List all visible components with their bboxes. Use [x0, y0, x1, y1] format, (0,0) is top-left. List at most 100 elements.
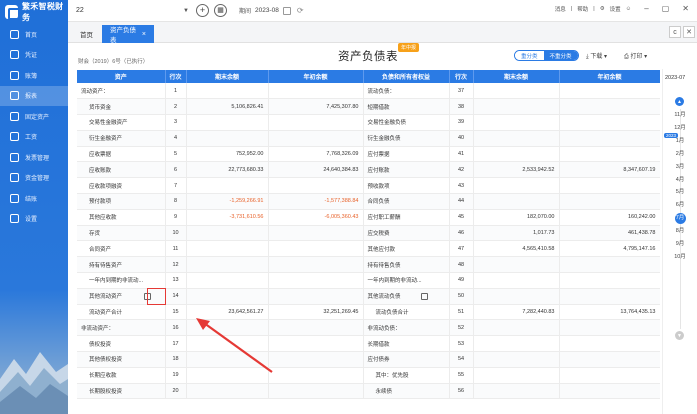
table-row[interactable]: 应收款项融资 7 预收款项 43: [77, 177, 660, 195]
detail-icon[interactable]: [420, 293, 428, 301]
table-row[interactable]: 流动资产合计 15 23,642,561.27 32,251,269.45 流动负债合计…: [77, 304, 660, 321]
table-cell[interactable]: [559, 367, 660, 384]
table-cell[interactable]: [268, 319, 364, 337]
table-cell[interactable]: [559, 288, 660, 305]
settings-link[interactable]: 设置: [610, 5, 621, 13]
table-cell[interactable]: [473, 351, 560, 368]
add-icon[interactable]: +: [196, 4, 209, 17]
table-cell[interactable]: [473, 288, 560, 305]
table-cell[interactable]: [473, 383, 560, 400]
table-cell[interactable]: [559, 383, 660, 400]
no-reclassify-option[interactable]: 不重分类: [543, 51, 578, 60]
table-cell[interactable]: [268, 225, 364, 242]
sidebar-item[interactable]: 工资: [0, 127, 68, 148]
table-cell[interactable]: [186, 256, 269, 274]
table-cell[interactable]: [559, 193, 660, 210]
table-cell[interactable]: 7,768,326.09: [268, 146, 364, 163]
refresh-icon[interactable]: ⟳: [297, 6, 304, 15]
table-cell[interactable]: [559, 146, 660, 163]
table-row[interactable]: 交易性金融资产 3 交易性金融负债 39: [77, 114, 660, 131]
table-cell[interactable]: [268, 383, 364, 400]
table-cell[interactable]: [473, 335, 560, 353]
message-link[interactable]: 消息: [555, 5, 566, 13]
scroll-down-icon[interactable]: ▼: [675, 331, 684, 340]
sidebar-item[interactable]: 发票管理: [0, 147, 68, 168]
refresh-tab-icon[interactable]: c: [669, 26, 681, 38]
close-icon[interactable]: ×: [142, 31, 146, 38]
month-item[interactable]: 8月: [667, 226, 693, 234]
table-row[interactable]: 应收票据 5 752,952.00 7,768,326.09 应付票据 41: [77, 146, 660, 163]
sidebar-item[interactable]: 固定资产: [0, 106, 68, 127]
sidebar-item[interactable]: 设置: [0, 209, 68, 230]
table-cell[interactable]: [473, 146, 560, 163]
sidebar-item[interactable]: 报表: [0, 85, 68, 106]
month-item[interactable]: 10月: [667, 252, 693, 260]
reclassify-toggle[interactable]: 重分类 不重分类: [514, 50, 579, 61]
table-row[interactable]: 一年内到期的非流动... 13 一年内到期的非流动... 49: [77, 272, 660, 289]
gear-icon[interactable]: ⚙: [600, 6, 605, 12]
table-cell[interactable]: 5,106,826.41: [186, 98, 269, 116]
table-cell[interactable]: [186, 351, 269, 368]
table-row[interactable]: 衍生金融资产 4 衍生金融负债 40: [77, 130, 660, 147]
company-selector[interactable]: 22 ▼: [76, 4, 191, 18]
table-cell[interactable]: 7,425,307.80: [268, 98, 364, 116]
month-item[interactable]: 1月: [667, 136, 693, 144]
table-cell[interactable]: [268, 83, 364, 100]
table-cell[interactable]: [186, 83, 269, 100]
table-cell[interactable]: [186, 240, 269, 258]
table-cell[interactable]: 182,070.00: [473, 209, 560, 226]
table-cell[interactable]: 8,347,607.19: [559, 161, 660, 179]
table-cell[interactable]: [186, 288, 269, 305]
table-row[interactable]: 货币资金 2 5,106,826.41 7,425,307.80 短期借款 38: [77, 98, 660, 116]
table-cell[interactable]: 23,642,561.27: [186, 304, 269, 321]
month-item[interactable]: 3月: [667, 162, 693, 170]
month-item[interactable]: 12月: [667, 123, 693, 131]
table-cell[interactable]: 4,795,147.16: [559, 240, 660, 258]
table-cell[interactable]: [186, 335, 269, 353]
table-cell[interactable]: 4,565,410.58: [473, 240, 560, 258]
table-cell[interactable]: [559, 335, 660, 353]
table-cell[interactable]: [473, 83, 560, 100]
reclassify-option[interactable]: 重分类: [515, 51, 544, 60]
month-item[interactable]: 2月: [667, 149, 693, 157]
table-cell[interactable]: 1,017.73: [473, 225, 560, 242]
tab-balance-sheet[interactable]: 资产负债表 ×: [102, 25, 154, 44]
table-cell[interactable]: 461,438.78: [559, 225, 660, 242]
table-cell[interactable]: [186, 130, 269, 147]
table-cell[interactable]: [559, 272, 660, 289]
table-cell[interactable]: [559, 83, 660, 100]
help-link[interactable]: 帮助: [577, 5, 588, 13]
sidebar-item[interactable]: 结账: [0, 188, 68, 209]
table-row[interactable]: 其他债权投资 18 应付债券 54: [77, 351, 660, 368]
table-cell[interactable]: [186, 225, 269, 242]
table-row[interactable]: 存货 10 应交税费 46 1,017.73 461,438.78: [77, 225, 660, 242]
print-button[interactable]: ⎙ 打印 ▾: [624, 51, 647, 61]
table-row[interactable]: 债权投资 17 长期借款 53: [77, 335, 660, 353]
period-value[interactable]: 2023-08: [255, 7, 279, 14]
table-row[interactable]: 流动资产： 1 流动负债： 37: [77, 83, 660, 100]
table-cell[interactable]: [186, 367, 269, 384]
user-icon[interactable]: ☺: [626, 6, 632, 12]
calendar-icon[interactable]: [282, 6, 291, 15]
table-cell[interactable]: [473, 367, 560, 384]
minimize-icon[interactable]: –: [644, 4, 648, 13]
table-cell[interactable]: [268, 256, 364, 274]
sidebar-item[interactable]: 账簿: [0, 65, 68, 86]
month-item[interactable]: 5月: [667, 187, 693, 195]
table-cell[interactable]: -1,259,266.91: [186, 193, 269, 210]
table-row[interactable]: 合同资产 11 其他应付款 47 4,565,410.58 4,795,147.16: [77, 240, 660, 258]
table-cell[interactable]: [559, 351, 660, 368]
table-cell[interactable]: [559, 130, 660, 147]
table-cell[interactable]: 7,282,440.83: [473, 304, 560, 321]
table-cell[interactable]: [473, 177, 560, 195]
maximize-icon[interactable]: ▢: [662, 4, 670, 13]
table-cell[interactable]: [559, 319, 660, 337]
table-row[interactable]: 长期应收款 19 其中：优先股 55: [77, 367, 660, 384]
table-cell[interactable]: [268, 272, 364, 289]
table-cell[interactable]: -6,005,360.43: [268, 209, 364, 226]
table-cell[interactable]: [186, 114, 269, 131]
table-cell[interactable]: [268, 351, 364, 368]
sidebar-item[interactable]: 凭证: [0, 45, 68, 66]
close-window-icon[interactable]: ✕: [682, 4, 689, 13]
table-cell[interactable]: [473, 193, 560, 210]
